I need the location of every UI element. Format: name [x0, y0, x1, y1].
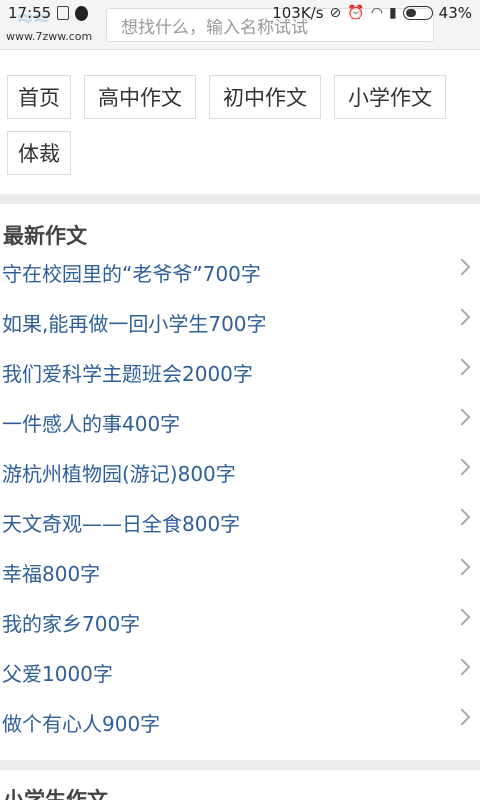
list-item[interactable]: 一件感人的事400字	[0, 397, 480, 447]
article-title: 做个有心人900字	[2, 711, 161, 736]
chevron-right-icon	[453, 608, 471, 626]
category-nav: 首页 高中作文 初中作文 小学作文 体裁	[0, 56, 480, 192]
article-title: 父爱1000字	[2, 661, 113, 686]
status-bar: 17:55 103K/s ⊘ ⏰ ◠ ▮ 43%	[0, 0, 480, 26]
chevron-right-icon	[453, 708, 471, 726]
tag-home[interactable]: 首页	[7, 75, 71, 119]
signal-icon: ▮	[388, 5, 397, 21]
article-list: 守在校园里的“老爷爷”700字 如果,能再做一回小学生700字 我们爱科学主题班…	[0, 247, 480, 747]
article-title: 我的家乡700字	[2, 611, 141, 636]
alarm-icon: ⏰	[347, 5, 365, 21]
article-title: 幸福800字	[2, 561, 101, 586]
section-divider	[0, 760, 480, 770]
section-divider	[0, 194, 480, 204]
article-title: 天文奇观——日全食800字	[2, 511, 241, 536]
chevron-right-icon	[453, 558, 471, 576]
tag-high-school[interactable]: 高中作文	[84, 75, 196, 119]
tag-middle-school[interactable]: 初中作文	[209, 75, 321, 119]
chevron-right-icon	[453, 308, 471, 326]
article-title: 我们爱科学主题班会2000字	[2, 361, 253, 386]
article-title: 如果,能再做一回小学生700字	[2, 311, 267, 336]
chevron-right-icon	[453, 658, 471, 676]
chevron-right-icon	[453, 408, 471, 426]
article-title: 游杭州植物园(游记)800字	[2, 461, 236, 486]
chevron-right-icon	[453, 508, 471, 526]
list-item[interactable]: 天文奇观——日全食800字	[0, 497, 480, 547]
section-title-primary: 小学生作文	[3, 788, 108, 800]
network-speed: 103K/s	[272, 4, 324, 22]
battery-icon	[402, 6, 433, 20]
list-item[interactable]: 我们爱科学主题班会2000字	[0, 347, 480, 397]
article-title: 一件感人的事400字	[2, 411, 181, 436]
status-time: 17:55	[8, 4, 52, 22]
list-item[interactable]: 父爱1000字	[0, 647, 480, 697]
article-title: 守在校园里的“老爷爷”700字	[2, 261, 261, 286]
tag-genre[interactable]: 体裁	[7, 131, 71, 175]
chevron-right-icon	[453, 358, 471, 376]
list-item[interactable]: 我的家乡700字	[0, 597, 480, 647]
notification-icon	[57, 6, 70, 20]
chevron-right-icon	[453, 258, 471, 276]
tag-primary-school[interactable]: 小学作文	[334, 75, 446, 119]
battery-level: 43%	[438, 4, 472, 22]
list-item[interactable]: 守在校园里的“老爷爷”700字	[0, 247, 480, 297]
section-title-latest: 最新作文	[3, 224, 87, 248]
list-item[interactable]: 游杭州植物园(游记)800字	[0, 447, 480, 497]
chevron-right-icon	[453, 458, 471, 476]
list-item[interactable]: 做个有心人900字	[0, 697, 480, 747]
mute-icon: ⊘	[329, 5, 342, 21]
wifi-icon: ◠	[370, 5, 383, 21]
logo-url: www.7zww.com	[6, 30, 93, 43]
list-item[interactable]: 幸福800字	[0, 547, 480, 597]
list-item[interactable]: 如果,能再做一回小学生700字	[0, 297, 480, 347]
qq-icon	[75, 5, 89, 21]
